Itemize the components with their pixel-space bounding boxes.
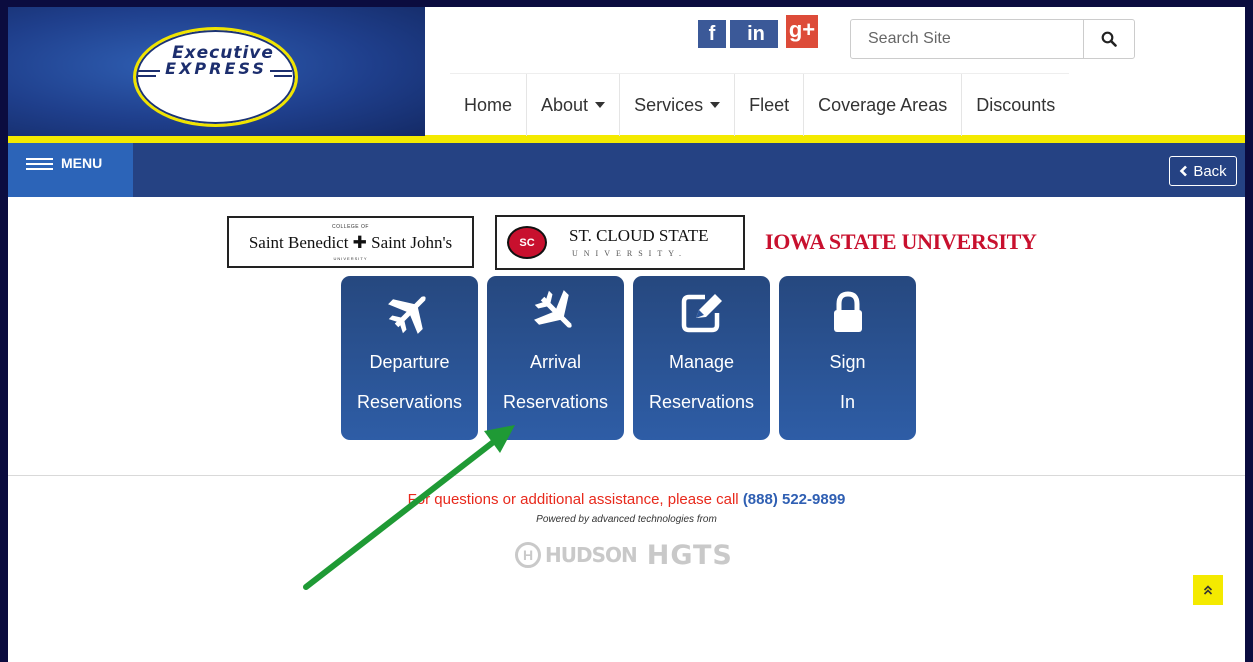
header-accent-bar — [8, 136, 425, 143]
sign-in-button[interactable]: Sign In — [779, 276, 916, 440]
arrival-reservations-button[interactable]: Arrival Reservations — [487, 276, 624, 440]
double-chevron-up-icon — [1203, 585, 1213, 595]
caret-down-icon — [710, 102, 721, 108]
departure-reservations-button[interactable]: Departure Reservations — [341, 276, 478, 440]
plane-departure-icon — [387, 296, 426, 334]
nav-coverage-areas[interactable]: Coverage Areas — [804, 74, 963, 136]
chevron-left-icon — [1179, 165, 1188, 177]
google-plus-icon[interactable]: g+ — [786, 15, 818, 48]
menu-button[interactable]: MENU — [8, 143, 133, 197]
page: Executive EXPRESS f in g+ Home About Ser… — [8, 7, 1245, 662]
tile-label: Reservations — [502, 392, 609, 412]
back-button[interactable]: Back — [1169, 156, 1237, 186]
contact-text: For questions or additional assistance, … — [407, 491, 739, 508]
hgts-wordmark: HGTS — [646, 539, 733, 571]
nav-services[interactable]: Services — [620, 74, 736, 136]
facebook-icon[interactable]: f — [698, 20, 726, 48]
menu-label: MENU — [61, 155, 103, 171]
scroll-to-top-button[interactable] — [1193, 575, 1223, 605]
hamburger-icon — [26, 158, 53, 173]
phone-link[interactable]: (888) 522-9899 — [743, 491, 846, 508]
lock-icon — [833, 291, 862, 332]
hudson-h-icon: H — [515, 542, 541, 568]
scsu-emblem-icon: SC — [507, 226, 547, 259]
nav-fleet[interactable]: Fleet — [735, 74, 805, 136]
nav-label: Discounts — [976, 94, 1056, 115]
search-icon — [1101, 31, 1117, 47]
contact-line: For questions or additional assistance, … — [8, 491, 1245, 508]
menu-bar: MENU Back — [8, 143, 1245, 197]
divider — [8, 475, 1245, 476]
powered-by-text: Powered by advanced technologies from — [536, 514, 717, 525]
header-accent-bar — [425, 135, 1245, 143]
school-logo-name: Saint Benedict ✚ Saint John's — [248, 233, 453, 252]
plane-arrival-icon — [533, 290, 572, 328]
hudson-group-logo[interactable]: H HUDSON HGTS — [515, 537, 733, 573]
nav-about[interactable]: About — [527, 74, 621, 136]
search-button[interactable] — [1083, 20, 1134, 58]
nav-label: Home — [464, 94, 513, 115]
logo-text-express: EXPRESS — [165, 59, 267, 78]
nav-home[interactable]: Home — [450, 74, 528, 136]
tile-label: In — [839, 392, 855, 412]
nav-discounts[interactable]: Discounts — [962, 74, 1069, 136]
tile-label: Departure — [369, 352, 450, 372]
site-logo[interactable]: Executive EXPRESS — [8, 7, 425, 136]
edit-icon — [681, 294, 722, 333]
manage-reservations-button[interactable]: Manage Reservations — [633, 276, 770, 440]
main-nav: Home About Services Fleet Coverage Areas… — [450, 73, 1070, 136]
tile-label: Reservations — [356, 392, 463, 412]
school-logo-caption: COLLEGE OF — [332, 224, 369, 230]
school-logo-name: ST. CLOUD STATE — [569, 226, 709, 245]
school-logo-iowa-state[interactable]: IOWA STATE UNIVERSITY — [765, 229, 1037, 255]
search-input[interactable] — [851, 20, 1083, 58]
caret-down-icon — [595, 102, 606, 108]
tile-label: Reservations — [648, 392, 755, 412]
nav-label: Coverage Areas — [818, 94, 948, 115]
linkedin-icon[interactable]: in — [736, 20, 776, 48]
school-logo-st-cloud-state[interactable]: SC ST. CLOUD STATE UNIVERSITY. — [495, 215, 745, 270]
school-logo-saint-benedict-saint-johns[interactable]: COLLEGE OF Saint Benedict ✚ Saint John's… — [227, 216, 474, 268]
tile-label: Manage — [668, 352, 735, 372]
tile-label: Arrival — [529, 352, 581, 372]
school-logo-caption: UNIVERSITY. — [572, 249, 687, 258]
nav-label: About — [541, 94, 589, 115]
nav-label: Fleet — [749, 94, 790, 115]
search-box — [850, 19, 1135, 59]
hudson-wordmark: HUDSON — [545, 543, 638, 567]
nav-label: Services — [634, 94, 704, 115]
back-label: Back — [1193, 162, 1227, 180]
school-logo-caption: UNIVERSITY — [333, 256, 368, 261]
tile-label: Sign — [829, 352, 866, 372]
